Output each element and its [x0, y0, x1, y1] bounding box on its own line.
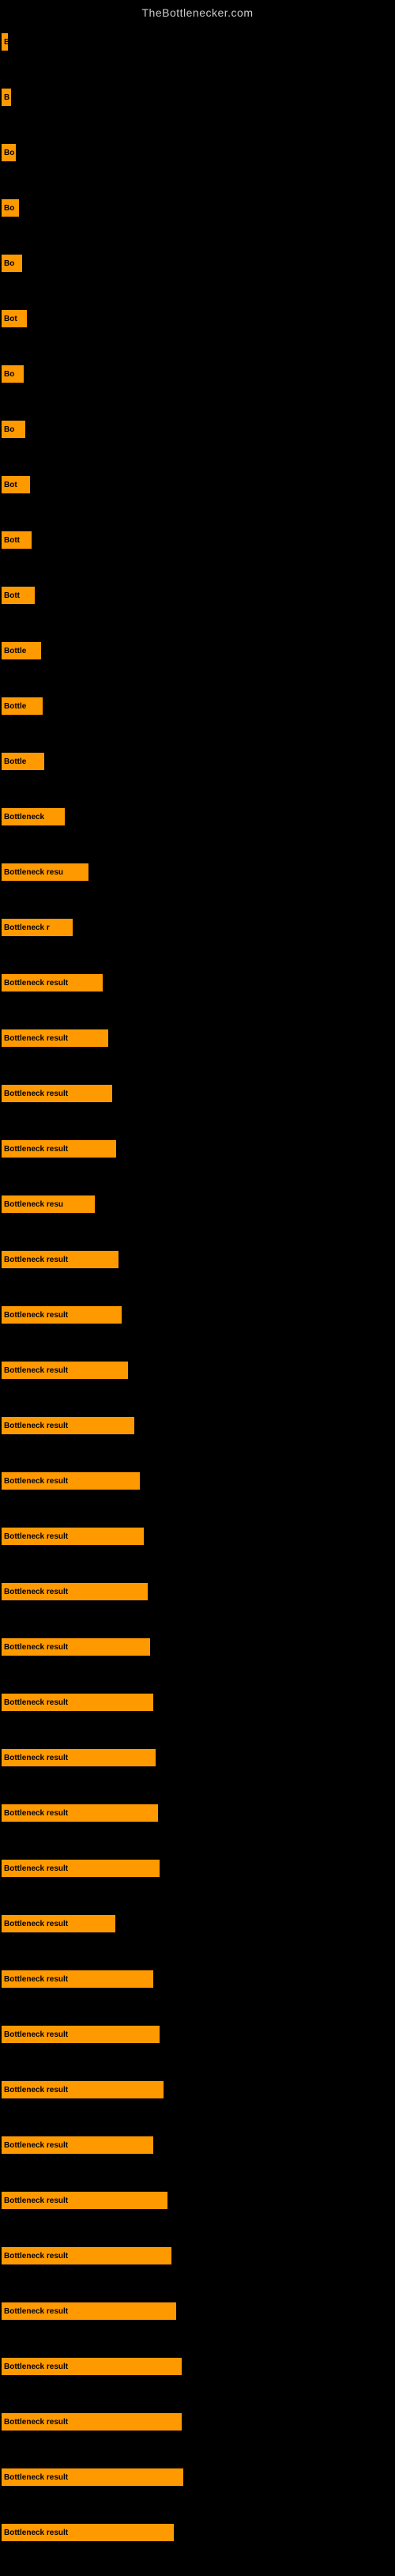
bar-row: Bottleneck r: [0, 916, 395, 939]
bar-row: Bottleneck result: [0, 1248, 395, 1271]
bar-row: B: [0, 30, 395, 54]
bar-label: B: [2, 33, 8, 51]
bar-label: Bottleneck result: [2, 1915, 115, 1932]
bar-row: Bottleneck result: [0, 1801, 395, 1825]
bar-row: Bottleneck result: [0, 1746, 395, 1770]
bar-row: Bottleneck result: [0, 2133, 395, 2157]
bar-label: Bottleneck result: [2, 1970, 153, 1988]
bar-label: Bottleneck result: [2, 2136, 153, 2154]
bar-label: Bottleneck result: [2, 1583, 148, 1600]
bar-row: Bottleneck result: [0, 1856, 395, 1880]
bar-row: Bottleneck: [0, 805, 395, 829]
bar-row: Bottleneck result: [0, 1524, 395, 1548]
bar-row: Bottle: [0, 639, 395, 663]
bar-label: Bottleneck result: [2, 2413, 182, 2431]
bar-label: Bottleneck result: [2, 2081, 164, 2098]
bar-row: Bottleneck result: [0, 2244, 395, 2268]
bar-row: Bo: [0, 141, 395, 164]
bar-label: Bott: [2, 587, 35, 604]
bar-row: Bo: [0, 196, 395, 220]
bar-row: Bottle: [0, 694, 395, 718]
bar-row: Bott: [0, 584, 395, 607]
bar-row: Bottleneck result: [0, 1469, 395, 1493]
bar-label: B: [2, 89, 11, 106]
bar-row: Bottleneck result: [0, 1414, 395, 1437]
site-title: TheBottlenecker.com: [0, 0, 395, 22]
bar-label: Bottleneck result: [2, 1306, 122, 1324]
bar-label: Bottleneck result: [2, 2247, 171, 2264]
bar-label: Bo: [2, 255, 22, 272]
bar-label: Bottleneck result: [2, 1085, 112, 1102]
bar-label: Bottleneck result: [2, 2524, 174, 2541]
bar-label: Bottle: [2, 642, 41, 659]
bar-label: Bottleneck result: [2, 974, 103, 991]
bar-label: Bottleneck result: [2, 1804, 158, 1822]
bar-row: Bottleneck result: [0, 2299, 395, 2323]
bar-label: Bottleneck result: [2, 1251, 118, 1268]
bar-row: Bot: [0, 307, 395, 330]
bar-row: Bottleneck result: [0, 1967, 395, 1991]
bar-row: Bottleneck result: [0, 1303, 395, 1327]
bar-row: Bo: [0, 251, 395, 275]
bar-row: Bo: [0, 417, 395, 441]
bar-label: Bottleneck resu: [2, 1195, 95, 1213]
bar-row: Bottleneck result: [0, 1690, 395, 1714]
bar-row: Bottleneck result: [0, 1137, 395, 1161]
bar-label: Bottleneck result: [2, 2026, 160, 2043]
bar-row: B: [0, 85, 395, 109]
bar-row: Bottleneck resu: [0, 1192, 395, 1216]
bar-label: Bot: [2, 310, 27, 327]
bar-row: Bottleneck result: [0, 1580, 395, 1603]
bar-label: Bottleneck result: [2, 2358, 182, 2375]
bar-label: Bottleneck resu: [2, 863, 88, 881]
bar-label: Bottle: [2, 753, 44, 770]
bar-row: Bott: [0, 528, 395, 552]
bar-label: Bottleneck result: [2, 1472, 140, 1490]
bar-row: Bottleneck result: [0, 2410, 395, 2434]
bar-label: Bottleneck result: [2, 1528, 144, 1545]
bar-row: Bottleneck result: [0, 2465, 395, 2489]
bar-row: Bottleneck result: [0, 2078, 395, 2102]
bar-label: Bottleneck result: [2, 1029, 108, 1047]
bar-row: Bottle: [0, 750, 395, 773]
bar-row: Bottleneck result: [0, 1912, 395, 1936]
bar-label: Bo: [2, 199, 19, 217]
bar-row: Bottleneck result: [0, 1026, 395, 1050]
bar-label: Bo: [2, 144, 16, 161]
bar-row: Bottleneck result: [0, 1358, 395, 1382]
bar-label: Bo: [2, 365, 24, 383]
bar-label: Bottleneck result: [2, 1417, 134, 1434]
bar-row: Bottleneck result: [0, 2023, 395, 2046]
bar-label: Bo: [2, 421, 25, 438]
bar-label: Bot: [2, 476, 30, 493]
bar-row: Bottleneck result: [0, 1082, 395, 1105]
bar-label: Bottleneck result: [2, 2192, 167, 2209]
bar-label: Bottleneck result: [2, 1694, 153, 1711]
bar-label: Bottleneck result: [2, 1860, 160, 1877]
bar-label: Bottleneck result: [2, 1749, 156, 1766]
bar-label: Bottleneck result: [2, 1638, 150, 1656]
bar-row: Bo: [0, 362, 395, 386]
bar-row: Bottleneck result: [0, 2355, 395, 2378]
bar-label: Bottleneck result: [2, 2302, 176, 2320]
bar-row: Bottleneck result: [0, 2189, 395, 2212]
bar-row: Bottleneck result: [0, 971, 395, 995]
bar-row: Bottleneck result: [0, 2521, 395, 2544]
bar-row: Bot: [0, 473, 395, 497]
bar-label: Bottleneck result: [2, 2468, 183, 2486]
bar-label: Bott: [2, 531, 32, 549]
bar-row: Bottleneck resu: [0, 860, 395, 884]
bar-label: Bottleneck r: [2, 919, 73, 936]
bar-label: Bottleneck result: [2, 1140, 116, 1158]
bar-label: Bottleneck result: [2, 1362, 128, 1379]
bar-row: Bottleneck result: [0, 1635, 395, 1659]
bars-container: B B Bo Bo Bo Bot Bo Bo Bot Bott Bott Bottle Bottle Bo…: [0, 22, 395, 2544]
bar-label: Bottle: [2, 697, 43, 715]
bar-label: Bottleneck: [2, 808, 65, 825]
